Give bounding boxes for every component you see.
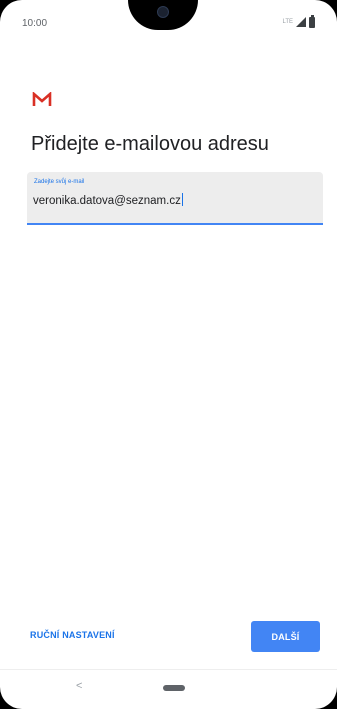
nav-bar-divider — [0, 669, 337, 670]
screen-corner — [0, 687, 22, 709]
gmail-logo-icon — [32, 92, 52, 106]
front-camera-icon — [157, 6, 169, 18]
manual-setup-button[interactable]: RUČNÍ NASTAVENÍ — [30, 630, 115, 640]
signal-icon — [296, 17, 306, 27]
screen-corner — [315, 687, 337, 709]
email-field-value-container[interactable]: veronika.datova@seznam.cz — [33, 193, 184, 207]
back-icon[interactable]: < — [76, 680, 82, 692]
camera-notch — [128, 0, 198, 30]
screen-corner — [315, 0, 337, 22]
email-field[interactable]: Zadejte svůj e-mail veronika.datova@sezn… — [27, 172, 323, 225]
page-title: Přidejte e-mailovou adresu — [31, 133, 269, 155]
status-time: 10:00 — [22, 18, 48, 29]
text-cursor — [181, 193, 184, 206]
email-input-value[interactable]: veronika.datova@seznam.cz — [33, 195, 181, 207]
email-field-label: Zadejte svůj e-mail — [34, 179, 85, 185]
status-bar: 10:00 LTE — [0, 0, 337, 40]
network-type-label: LTE — [282, 19, 293, 25]
home-pill-icon[interactable] — [163, 685, 185, 691]
next-button[interactable]: DALŠÍ — [251, 621, 320, 652]
status-icons: LTE — [282, 15, 315, 28]
screen-corner — [0, 0, 22, 22]
phone-screen: 10:00 LTE Přidejte e-mailovou adresu Zad… — [0, 0, 337, 709]
